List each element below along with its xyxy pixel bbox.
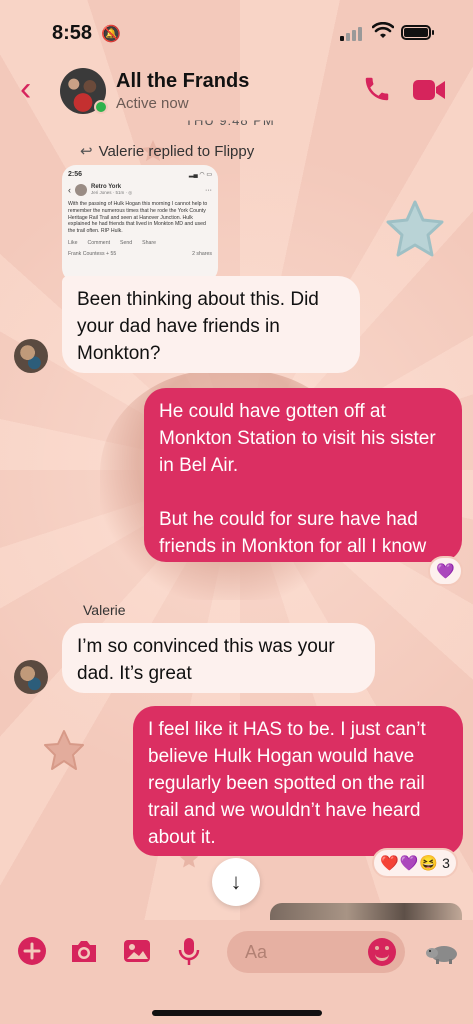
quoted-author: Jeri Jones · 51m · ◎ (91, 190, 133, 195)
chat-title[interactable]: All the Frands (116, 70, 249, 93)
battery-icon (401, 25, 434, 40)
back-chevron-icon[interactable]: ‹ (20, 72, 31, 106)
quoted-shares: 2 shares (192, 250, 212, 257)
plus-icon[interactable] (16, 935, 48, 967)
reaction-count: 3 (442, 855, 450, 871)
message-input[interactable]: Aa (227, 931, 405, 973)
laughing-reaction: 😆 (419, 855, 439, 872)
message-input-placeholder: Aa (245, 941, 268, 962)
purple-heart-reaction: 💜 (436, 563, 455, 580)
avatar[interactable] (14, 660, 48, 694)
purple-heart-reaction: 💜 (399, 855, 419, 872)
star-sticker-icon (44, 730, 84, 770)
emoji-icon[interactable] (368, 938, 396, 966)
home-indicator (152, 1010, 322, 1016)
message-bubble-incoming[interactable]: I’m so convinced this was your dad. It’s… (62, 623, 375, 693)
avatar[interactable] (14, 339, 48, 373)
status-time: 8:58 (52, 22, 93, 44)
wifi-icon (372, 22, 394, 38)
quoted-send: Send (120, 239, 133, 246)
status-bar: 8:58 🔕 (0, 0, 473, 62)
message-composer: Aa (0, 920, 473, 1024)
quoted-post-text: With the passing of Hulk Hogan this morn… (68, 201, 208, 234)
scroll-to-bottom-button[interactable]: ↓ (212, 858, 260, 906)
message-bubble-outgoing[interactable]: He could have gotten off at Monkton Stat… (144, 388, 462, 562)
quoted-image-message[interactable]: 2:56 ▂▄ ◠ ▭ ‹ Retro York Jeri Jones · 51… (62, 165, 218, 282)
message-reactions[interactable]: ❤️ 💜 😆 3 (372, 848, 458, 878)
quoted-actions: Like Comment Send Share (68, 240, 212, 246)
quoted-back-icon: ‹ (68, 185, 71, 195)
sender-name: Valerie (83, 602, 126, 618)
quoted-avatar (75, 184, 87, 196)
arrow-down-icon: ↓ (230, 869, 242, 894)
quoted-status-icons: ▂▄ ◠ ▭ (188, 172, 212, 178)
red-heart-reaction: ❤️ (380, 855, 399, 872)
camera-icon[interactable] (68, 935, 100, 967)
video-call-icon[interactable] (412, 78, 446, 102)
message-reactions[interactable]: 💜 (428, 556, 463, 586)
reply-label: ↩ Valerie replied to Flippy (80, 142, 254, 160)
hippo-sticker-icon[interactable] (425, 942, 459, 964)
quoted-footer: Frank Countess + 55 2 shares (68, 251, 212, 257)
quoted-menu-icon: ··· (205, 186, 212, 194)
quoted-comment: Comment (87, 239, 111, 246)
bell-muted-icon: 🔕 (101, 26, 121, 43)
mic-icon[interactable] (173, 935, 205, 967)
chat-header: ‹ All the Frands Active now (0, 62, 473, 120)
message-bubble-incoming[interactable]: Been thinking about this. Did your dad h… (62, 276, 360, 373)
reply-label-text: Valerie replied to Flippy (98, 143, 255, 160)
quoted-time: 2:56 (68, 171, 83, 178)
message-bubble-outgoing[interactable]: I feel like it HAS to be. I just can’t b… (133, 706, 463, 856)
group-avatar[interactable] (60, 68, 108, 114)
online-indicator (94, 100, 108, 114)
quoted-post-header: ‹ Retro York Jeri Jones · 51m · ◎ ··· (68, 184, 212, 196)
quoted-share: Share (142, 239, 156, 246)
active-status: Active now (116, 95, 189, 112)
phone-call-icon[interactable] (362, 74, 392, 104)
quoted-reactions: Frank Countess + 55 (68, 250, 117, 257)
cellular-signal-icon (340, 27, 362, 41)
star-sticker-icon (386, 200, 444, 257)
image-icon[interactable] (121, 935, 153, 967)
quoted-like: Like (68, 239, 78, 246)
reply-arrow-icon: ↩ (80, 143, 93, 160)
